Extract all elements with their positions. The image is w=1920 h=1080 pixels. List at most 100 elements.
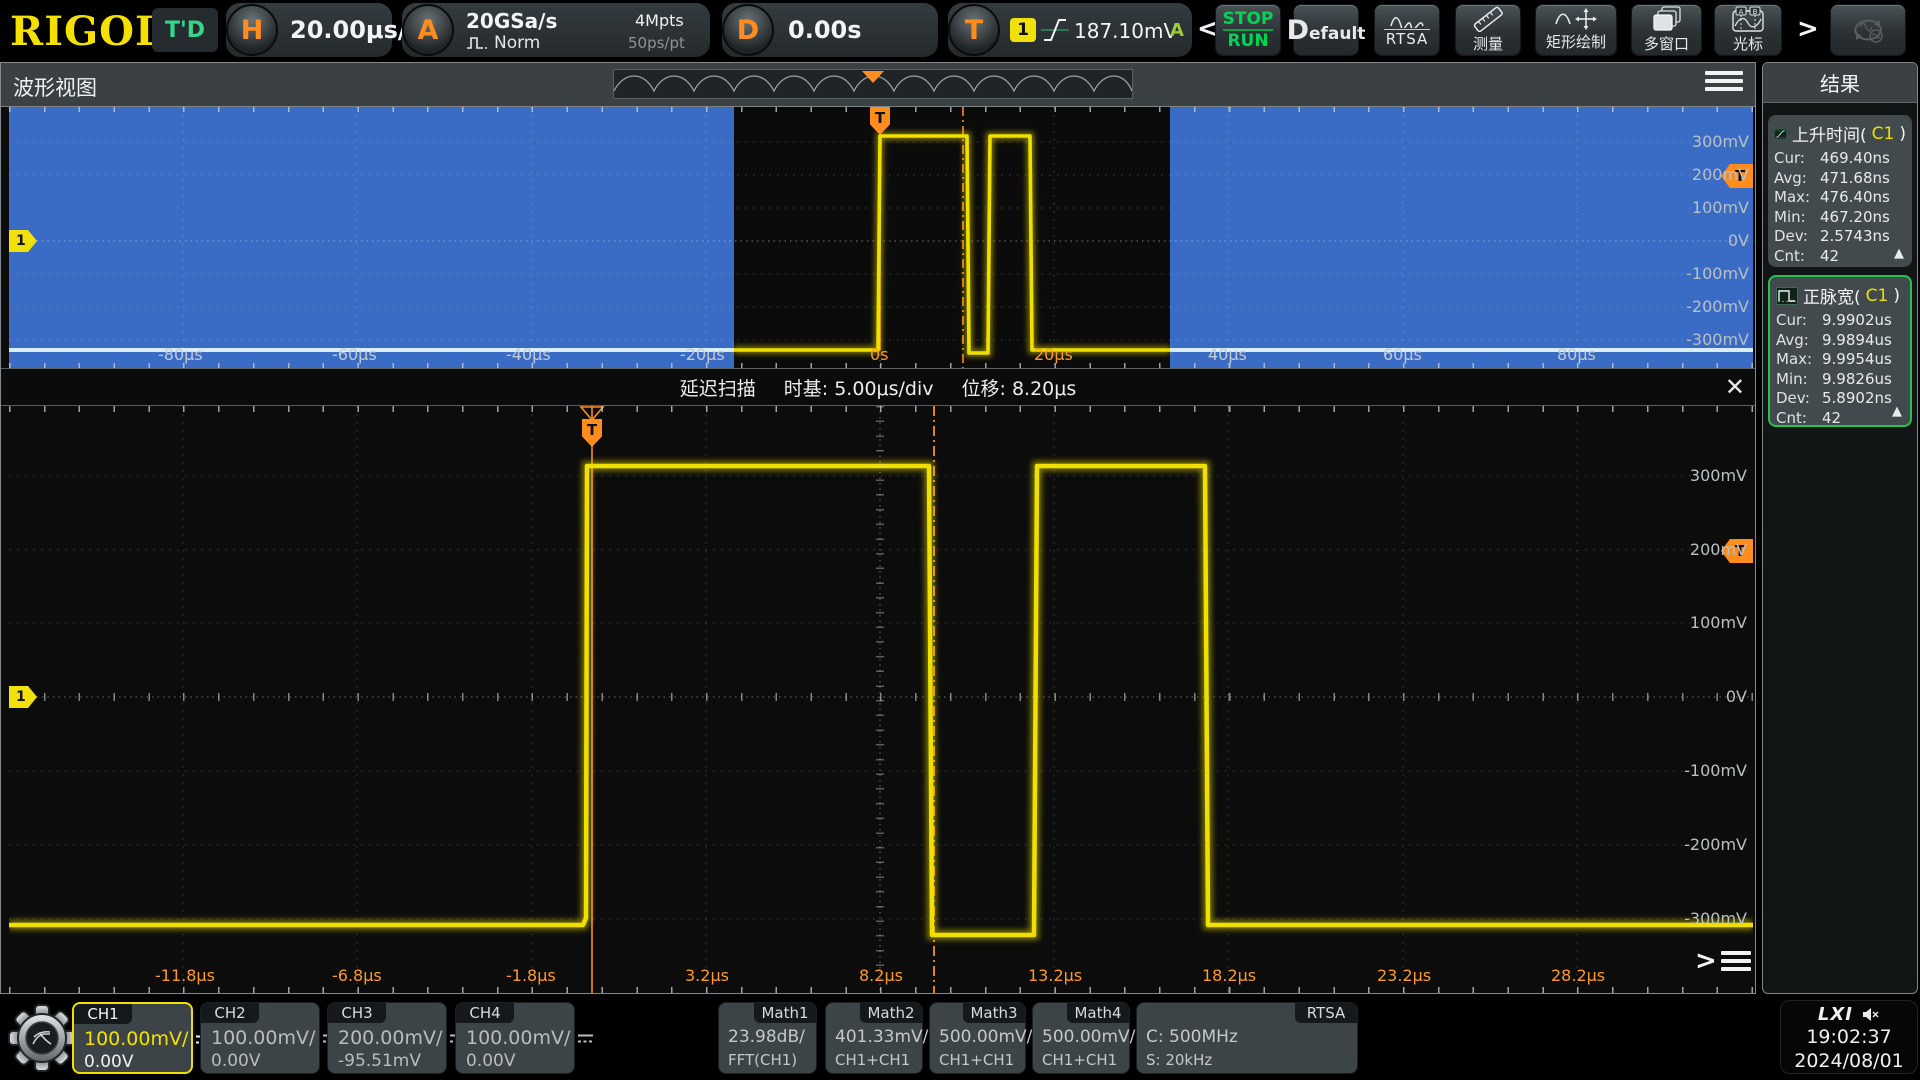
channel-box-ch2[interactable]: CH2 100.00mV/ 0.00V <box>200 1002 320 1074</box>
volt-label: -200mV <box>1679 297 1749 316</box>
rise-time-icon <box>1774 125 1787 143</box>
cursor-label: 光标 <box>1733 33 1763 54</box>
upper-waveform-plot[interactable]: T 1 T 300mV 200mV 100mV 0V -100mV -200mV… <box>9 107 1753 368</box>
trigger-edge-icon <box>1040 15 1070 45</box>
channel-box-ch1[interactable]: CH1 100.00mV/ Ω 0.00V <box>72 1002 193 1074</box>
ch2-scale: 100.00mV/ <box>211 1027 315 1049</box>
math3-source: CH1+CH1 <box>939 1051 1014 1069</box>
trigger-status-indicator: T'D <box>152 8 218 52</box>
svg-text:B: B <box>1753 8 1758 16</box>
time-label: 28.2μs <box>1551 966 1605 985</box>
acquire-mode: Norm <box>494 33 540 53</box>
volt-label: 0V <box>1679 231 1749 250</box>
math-box-math4[interactable]: Math4 500.00mV/ CH1+CH1 <box>1032 1002 1130 1074</box>
rect-draw-label: 矩形绘制 <box>1546 31 1606 52</box>
volt-label: 200mV <box>1677 540 1747 559</box>
timebase-value: 20.00μs/ <box>290 16 407 44</box>
multi-window-button[interactable]: 多窗口 <box>1631 4 1702 56</box>
horizontal-position-group[interactable]: D 0.00s <box>722 3 938 57</box>
refresh-capture-button[interactable] <box>1830 4 1906 56</box>
plot-menu-notch-icon[interactable]: > <box>1695 946 1751 976</box>
run-label: RUN <box>1227 31 1268 51</box>
math3-tab: Math3 <box>963 1003 1025 1023</box>
measure-label: 测量 <box>1473 33 1503 54</box>
time-label: 18.2μs <box>1202 966 1256 985</box>
waveform-window-titlebar: 波形视图 <box>1 63 1755 107</box>
menu-hamburger-icon[interactable] <box>1705 71 1743 99</box>
volt-label: 100mV <box>1679 198 1749 217</box>
toolbar-expand-right-chevron[interactable]: > <box>1797 14 1819 44</box>
math1-scale: 23.98dB/ <box>728 1027 805 1047</box>
math-box-math1[interactable]: Math1 23.98dB/ FFT(CH1) <box>718 1002 817 1074</box>
delay-timebase: 时基: 5.00μs/div <box>784 374 934 401</box>
ch1-offset: 0.00V <box>84 1052 133 1072</box>
math-box-math3[interactable]: Math3 500.00mV/ CH1+CH1 <box>929 1002 1026 1074</box>
collapse-arrow-icon[interactable]: ▲ <box>1894 246 1904 261</box>
measure-button[interactable]: 测量 <box>1455 4 1521 56</box>
time-label: -1.8μs <box>506 966 556 985</box>
time-label: -11.8μs <box>155 966 215 985</box>
mute-speaker-icon <box>1862 1007 1880 1022</box>
system-time: 19:02:37 <box>1781 1025 1917 1049</box>
trigger-level-knob[interactable]: T <box>948 4 1000 56</box>
acquisition-group[interactable]: A 20GSa/s Norm 4Mpts 50ps/pt <box>402 3 710 57</box>
trigger-source-badge[interactable]: 1 <box>1010 18 1036 42</box>
acquire-mode-icon <box>466 36 488 50</box>
volt-label: 200mV <box>1679 165 1749 184</box>
delay-sweep-title: 延迟扫描 <box>680 374 756 401</box>
horizontal-position-indicator[interactable] <box>613 69 1133 99</box>
measurement-card-rise-time[interactable]: 上升时间(C1) Cur:469.40ns Avg:471.68ns Max:4… <box>1768 115 1912 267</box>
system-status-box: LXI 19:02:37 2024/08/01 <box>1780 1000 1918 1074</box>
time-label: -20μs <box>680 345 725 364</box>
blue-overlay-left <box>9 107 734 368</box>
rtsa-button[interactable]: RTSA <box>1374 4 1440 56</box>
multi-window-label: 多窗口 <box>1644 33 1689 54</box>
rtsa-center-freq: C: 500MHz <box>1146 1027 1238 1047</box>
horizontal-knob[interactable]: H <box>226 4 278 56</box>
time-label: 20μs <box>1034 345 1073 364</box>
measurement-name: 上升时间( <box>1792 121 1867 146</box>
channel-box-ch4[interactable]: CH4 100.00mV/ 0.00V <box>455 1002 575 1074</box>
ch4-scale: 100.00mV/ <box>466 1027 570 1049</box>
dc-coupling-icon <box>577 1033 594 1044</box>
pulse-width-icon <box>1776 287 1798 305</box>
cursor-button[interactable]: A B 光标 <box>1714 4 1782 56</box>
main-waveform-plot[interactable]: T 1 T 300mV 200mV 100mV 0V -100mV -200mV… <box>9 406 1753 993</box>
run-stop-button[interactable]: STOP RUN <box>1215 4 1281 56</box>
horizontal-timebase-group[interactable]: H 20.00μs/ <box>226 3 392 57</box>
system-gear-button[interactable] <box>8 1002 76 1078</box>
rigol-logo: RIGOL <box>10 8 164 55</box>
math-box-math2[interactable]: Math2 401.33mV/ CH1+CH1 <box>825 1002 923 1074</box>
close-delay-view-icon[interactable]: ✕ <box>1725 373 1745 401</box>
oscilloscope-screen: RIGOL T'D H 20.00μs/ A 20GSa/s Norm 4Mpt… <box>0 0 1920 1080</box>
trigger-sweep-mode: A <box>1170 20 1184 41</box>
results-panel: 结果 上升时间(C1) Cur:469.40ns Avg:471.68ns Ma… <box>1762 62 1918 994</box>
ch3-offset: -95.51mV <box>338 1051 421 1071</box>
volt-label: -100mV <box>1679 264 1749 283</box>
time-label: -60μs <box>332 345 377 364</box>
trigger-group[interactable]: T 1 187.10mV A <box>948 3 1192 57</box>
volt-label: 100mV <box>1677 613 1747 632</box>
ch3-scale: 200.00mV/ <box>338 1027 442 1049</box>
volt-label: 0V <box>1677 687 1747 706</box>
time-label: 0s <box>870 345 889 364</box>
channel1-trace <box>734 136 1170 353</box>
rtsa-wave-icon <box>1389 13 1425 28</box>
rtsa-status-box[interactable]: RTSA C: 500MHz S: 20kHz <box>1136 1002 1358 1074</box>
lxi-label: LXI <box>1818 1004 1853 1025</box>
wave-move-icon <box>1554 8 1598 30</box>
rtsa-label: RTSA <box>1384 29 1431 48</box>
volt-label: -100mV <box>1677 761 1747 780</box>
trigger-level-value: 187.10mV <box>1074 19 1177 43</box>
volt-label: -200mV <box>1677 835 1747 854</box>
channel-box-ch3[interactable]: CH3 200.00mV/ Ω -95.51mV <box>327 1002 447 1074</box>
ch4-offset: 0.00V <box>466 1051 515 1071</box>
default-button[interactable]: Default <box>1293 4 1359 56</box>
math3-scale: 500.00mV/ <box>939 1027 1032 1047</box>
math2-tab: Math2 <box>860 1003 922 1023</box>
collapse-arrow-icon[interactable]: ▲ <box>1892 404 1902 419</box>
rect-draw-button[interactable]: 矩形绘制 <box>1535 4 1617 56</box>
position-knob[interactable]: D <box>722 4 774 56</box>
acquire-knob[interactable]: A <box>402 4 454 56</box>
measurement-card-positive-width[interactable]: 正脉宽(C1) Cur:9.9902us Avg:9.9894us Max:9.… <box>1768 275 1912 427</box>
